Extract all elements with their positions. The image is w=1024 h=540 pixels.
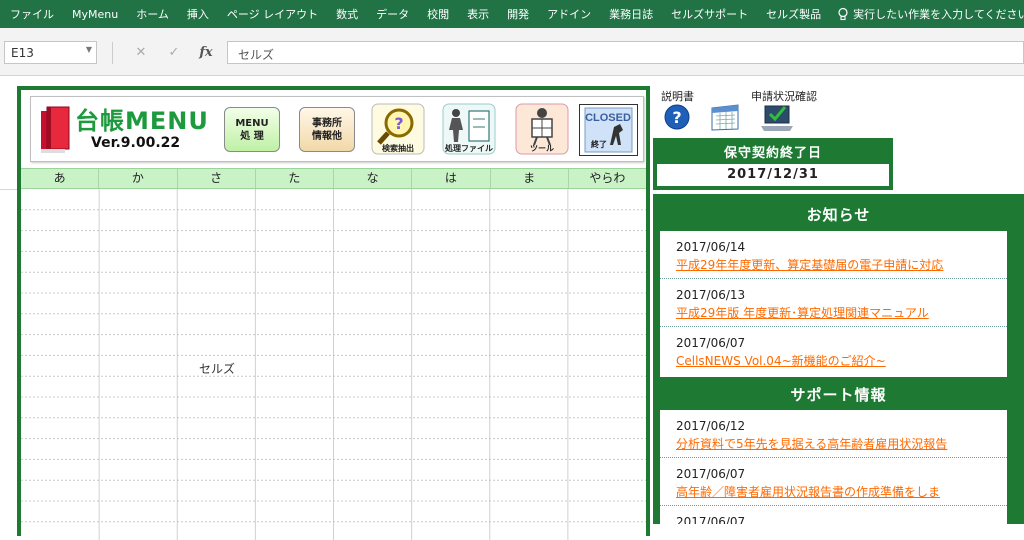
divider (112, 42, 113, 64)
support-link[interactable]: 高年齢／障害者雇用状況報告書の作成準備をしま (676, 483, 1007, 500)
tab-addins[interactable]: アドイン (538, 6, 600, 22)
ribbon-tabs: ファイル MyMenu ホーム 挿入 ページ レイアウト 数式 データ 校閲 表… (0, 0, 1024, 28)
tell-me-box[interactable]: 実行したい作業を入力してください (836, 6, 1024, 22)
svg-text:?: ? (672, 108, 681, 127)
cancel-icon[interactable]: ✕ (131, 42, 151, 64)
maintenance-box: 保守契約終了日 2017/12/31 (653, 138, 893, 190)
application-status-button[interactable]: 申請状況確認 (751, 88, 817, 138)
support-date: 2017/06/07 (676, 515, 746, 524)
process-file-button[interactable]: 処理ファイル (439, 101, 499, 157)
tab-kana-a[interactable]: あ (21, 169, 100, 188)
manual-label: 説明書 (661, 90, 694, 103)
support-date: 2017/06/12 (676, 419, 746, 433)
worksheet: 台帳MENU Ver.9.00.22 MENU 処 理 事務所 情報他 ? 検索… (0, 76, 1024, 540)
maintenance-title: 保守契約終了日 (723, 146, 822, 161)
tab-home[interactable]: ホーム (127, 6, 178, 22)
tab-cells-support[interactable]: セルズサポート (662, 6, 757, 22)
menu-banner: 台帳MENU Ver.9.00.22 MENU 処 理 事務所 情報他 ? 検索… (30, 96, 644, 162)
tab-file[interactable]: ファイル (0, 6, 63, 22)
news-link[interactable]: CellsNEWS Vol.04~新機能のご紹介~ (676, 352, 1007, 369)
news-link[interactable]: 平成29年年度更新、算定基礎届の電子申請に対応 (676, 256, 1007, 273)
tab-mymenu[interactable]: MyMenu (63, 8, 127, 21)
tab-kana-ma[interactable]: ま (491, 169, 569, 188)
support-link[interactable]: 分析資料で5年先を見据える高年齢者雇用状況報告 (676, 435, 1007, 452)
news-date: 2017/06/13 (676, 288, 746, 302)
tell-me-text: 実行したい作業を入力してください (853, 8, 1024, 21)
tab-formulas[interactable]: 数式 (327, 6, 367, 22)
tab-review[interactable]: 校閲 (418, 6, 458, 22)
exit-label: 終了 (591, 139, 607, 149)
office-button-line1: 事務所 (312, 117, 342, 129)
formula-input[interactable]: セルズ (227, 41, 1024, 64)
enter-icon[interactable]: ✓ (164, 42, 184, 64)
tab-cells-products[interactable]: セルズ製品 (757, 6, 830, 22)
maintenance-date: 2017/12/31 (657, 164, 889, 186)
search-extract-button[interactable]: ? 検索抽出 (368, 101, 428, 157)
search-button-label: 検索抽出 (382, 144, 414, 153)
news-list: 2017/06/14 平成29年年度更新、算定基礎届の電子申請に対応 2017/… (660, 231, 1007, 377)
kana-index-tabs: あ か さ た な は ま やらわ (21, 168, 646, 189)
tool-button[interactable]: ツール (512, 101, 572, 157)
news-date: 2017/06/07 (676, 336, 746, 350)
tab-developer[interactable]: 開発 (498, 6, 538, 22)
lightbulb-icon (838, 7, 848, 21)
grid-cell-text[interactable]: セルズ (199, 360, 235, 377)
news-title: お知らせ (806, 206, 871, 224)
news-date: 2017/06/14 (676, 240, 746, 254)
list-item: 2017/06/07 (660, 506, 1007, 524)
support-list: 2017/06/12 分析資料で5年先を見据える高年齢者雇用状況報告 2017/… (660, 410, 1007, 524)
help-icon: ? (664, 104, 690, 130)
menu-process-button[interactable]: MENU 処 理 (224, 107, 280, 152)
version-label: Ver.9.00.22 (91, 135, 181, 151)
close-app-button[interactable]: CLOSED 終了 (579, 104, 638, 156)
ledger-grid[interactable] (21, 189, 646, 540)
list-item: 2017/06/12 分析資料で5年先を見据える高年齢者雇用状況報告 (660, 410, 1007, 458)
news-panel: お知らせ 2017/06/14 平成29年年度更新、算定基礎届の電子申請に対応 … (653, 194, 1024, 524)
exit-door-icon: CLOSED 終了 (584, 107, 633, 153)
tab-kana-ha[interactable]: は (412, 169, 491, 188)
insert-function-icon[interactable]: fx (196, 42, 216, 64)
info-panel: 説明書 ? 申請状況確認 保守契約終了日 2017/12/31 お知らせ 201… (651, 76, 1024, 524)
office-button-line2: 情報他 (312, 130, 342, 142)
support-date: 2017/06/07 (676, 467, 746, 481)
tab-kana-ta[interactable]: た (256, 169, 334, 188)
menu-button-line1: MENU (235, 117, 269, 129)
logo-title: 台帳MENU (75, 107, 209, 135)
office-info-button[interactable]: 事務所 情報他 (299, 107, 355, 152)
list-item: 2017/06/07 CellsNEWS Vol.04~新機能のご紹介~ (660, 327, 1007, 375)
file-button-label: 処理ファイル (445, 144, 493, 153)
chevron-down-icon[interactable]: ▼ (86, 45, 92, 54)
list-item: 2017/06/14 平成29年年度更新、算定基礎届の電子申請に対応 (660, 231, 1007, 279)
menu-button-line2: 処 理 (240, 130, 264, 142)
formula-bar: E13 ▼ ✕ ✓ fx セルズ (0, 28, 1024, 76)
svg-text:?: ? (394, 114, 403, 133)
tab-page-layout[interactable]: ページ レイアウト (218, 6, 327, 22)
support-title: サポート情報 (790, 386, 887, 404)
list-item: 2017/06/13 平成29年版 年度更新･算定処理関連マニュアル (660, 279, 1007, 327)
name-box[interactable]: E13 ▼ (4, 41, 97, 64)
tab-data[interactable]: データ (367, 6, 418, 22)
calendar-icon (711, 104, 739, 131)
tab-kana-na[interactable]: な (334, 169, 413, 188)
tab-kana-sa[interactable]: さ (178, 169, 256, 188)
name-box-value: E13 (11, 46, 34, 60)
ledger-menu-panel: 台帳MENU Ver.9.00.22 MENU 処 理 事務所 情報他 ? 検索… (17, 86, 650, 540)
tab-work-diary[interactable]: 業務日誌 (600, 6, 662, 22)
closed-label: CLOSED (585, 112, 631, 124)
tool-button-label: ツール (530, 144, 554, 153)
tab-insert[interactable]: 挿入 (178, 6, 218, 22)
list-item: 2017/06/07 高年齢／障害者雇用状況報告書の作成準備をしま (660, 458, 1007, 506)
news-link[interactable]: 平成29年版 年度更新･算定処理関連マニュアル (676, 304, 1007, 321)
tab-view[interactable]: 表示 (458, 6, 498, 22)
tab-kana-yarawa[interactable]: やらわ (569, 169, 646, 188)
laptop-check-icon (761, 105, 793, 131)
ledger-book-icon (41, 106, 70, 153)
tab-kana-ka[interactable]: か (99, 169, 178, 188)
